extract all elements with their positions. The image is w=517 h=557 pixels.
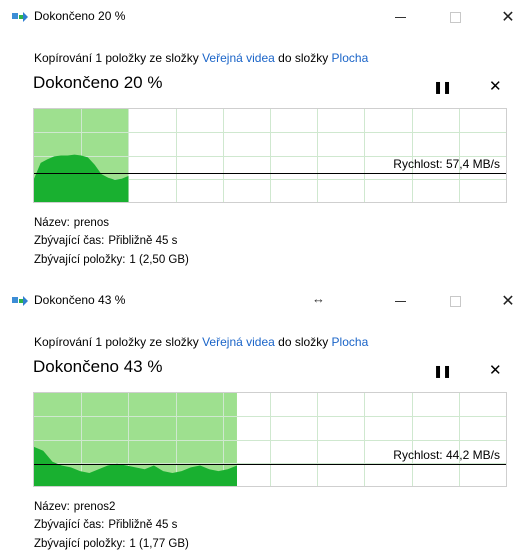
copy-dialog-1: Dokončeno 20 % ✕ Kopírování 1 položky ze… [0, 0, 517, 278]
items-remaining-value: 1 (1,77 GB) [129, 538, 189, 550]
progress-title: Dokončeno 43 % [33, 357, 163, 376]
copy-description: Kopírování 1 položky ze složky Veřejná v… [34, 51, 368, 65]
close-button[interactable]: ✕ [485, 286, 517, 316]
speed-label: Rychlost: 44,2 MB/s [393, 447, 500, 462]
pause-button[interactable]: ❚❚ [433, 80, 452, 94]
copy-files-icon [12, 12, 28, 22]
minimize-button[interactable] [377, 286, 423, 316]
copy-description: Kopírování 1 položky ze složky Veřejná v… [34, 335, 368, 349]
minimize-icon [394, 300, 406, 302]
maximize-button[interactable] [432, 286, 478, 316]
speed-label: Rychlost: 57,4 MB/s [393, 156, 500, 171]
items-remaining-value: 1 (2,50 GB) [129, 254, 189, 266]
source-folder-link[interactable]: Veřejná videa [202, 335, 275, 349]
items-remaining-row: Zbývající položky: 1 (2,50 GB) [34, 254, 189, 266]
time-remaining-label: Zbývající čas: [34, 235, 105, 247]
close-icon: ✕ [501, 9, 515, 26]
items-remaining-label: Zbývající položky: [34, 538, 126, 550]
maximize-icon [449, 295, 461, 307]
pause-icon: ❚❚ [433, 364, 452, 378]
description-prefix: Kopírování 1 položky ze složky [34, 335, 199, 349]
transfer-graph: Rychlost: 57,4 MB/s [33, 108, 507, 203]
destination-folder-link[interactable]: Plocha [332, 51, 369, 65]
close-icon: ✕ [501, 293, 515, 310]
file-name-row: Název: prenos [34, 217, 109, 229]
description-mid: do složky [278, 51, 329, 65]
file-name-row: Název: prenos2 [34, 501, 115, 513]
title-bar[interactable]: Dokončeno 20 % ✕ [0, 0, 517, 34]
time-remaining-value: Přibližně 45 s [108, 519, 178, 531]
pause-icon: ❚❚ [433, 80, 452, 94]
pause-button[interactable]: ❚❚ [433, 364, 452, 378]
file-name-value: prenos [73, 217, 109, 229]
copy-dialog-2: Dokončeno 43 % ↔ ✕ Kopírování 1 položky … [0, 284, 517, 557]
description-prefix: Kopírování 1 položky ze složky [34, 51, 199, 65]
items-remaining-label: Zbývající položky: [34, 254, 126, 266]
minimize-button[interactable] [377, 2, 423, 32]
items-remaining-row: Zbývající položky: 1 (1,77 GB) [34, 538, 189, 550]
time-remaining-value: Přibližně 45 s [108, 235, 178, 247]
destination-folder-link[interactable]: Plocha [332, 335, 369, 349]
copy-files-icon [12, 296, 28, 306]
time-remaining-label: Zbývající čas: [34, 519, 105, 531]
window-title: Dokončeno 43 % [34, 293, 126, 307]
file-name-label: Název: [34, 501, 70, 513]
description-mid: do složky [278, 335, 329, 349]
time-remaining-row: Zbývající čas: Přibližně 45 s [34, 235, 177, 247]
move-cursor-icon: ↔ [312, 291, 325, 306]
cancel-icon: ✕ [489, 362, 502, 379]
window-title: Dokončeno 20 % [34, 9, 126, 23]
title-bar[interactable]: Dokončeno 43 % ↔ ✕ [0, 284, 517, 318]
maximize-icon [449, 11, 461, 23]
cancel-icon: ✕ [489, 78, 502, 95]
transfer-graph-canvas [34, 393, 506, 486]
progress-title: Dokončeno 20 % [33, 73, 163, 92]
file-name-value: prenos2 [73, 501, 116, 513]
time-remaining-row: Zbývající čas: Přibližně 45 s [34, 519, 177, 531]
source-folder-link[interactable]: Veřejná videa [202, 51, 275, 65]
transfer-graph: Rychlost: 44,2 MB/s [33, 392, 507, 487]
maximize-button[interactable] [432, 2, 478, 32]
minimize-icon [394, 16, 406, 18]
transfer-graph-canvas [34, 109, 506, 202]
cancel-button[interactable]: ✕ [489, 77, 502, 95]
cancel-button[interactable]: ✕ [489, 361, 502, 379]
file-name-label: Název: [34, 217, 70, 229]
close-button[interactable]: ✕ [485, 2, 517, 32]
